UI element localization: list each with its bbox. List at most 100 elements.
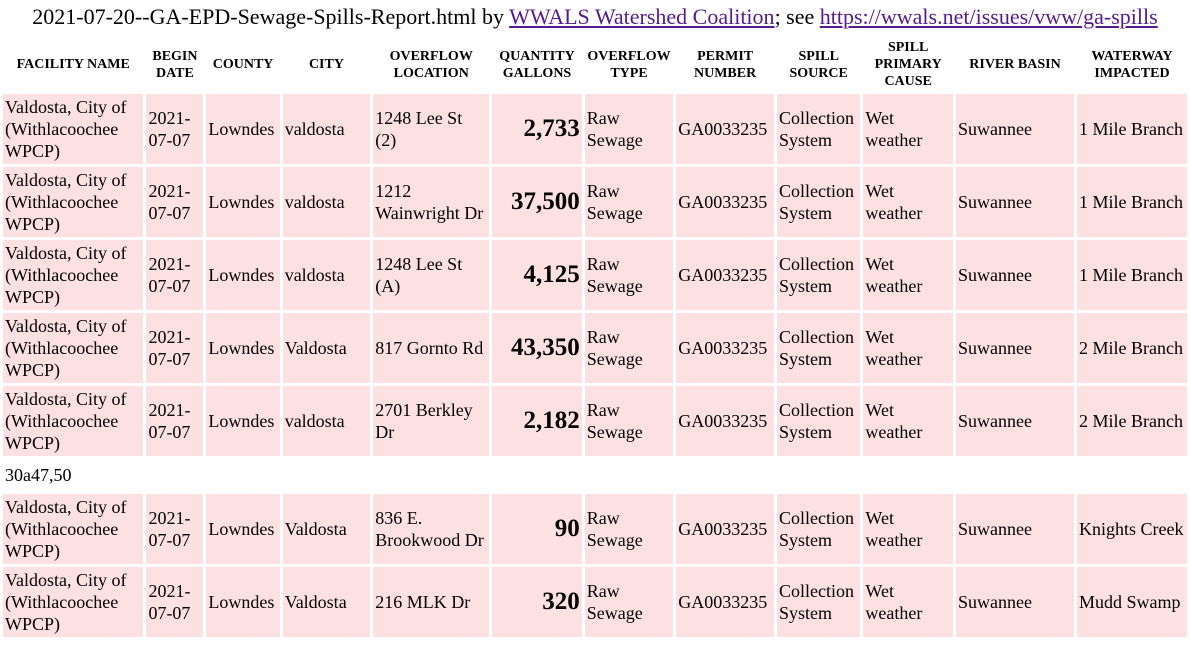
- header-quantity-gallons: QUANTITY GALLONS: [492, 38, 582, 91]
- cell-begin-date: 2021-07-07: [146, 386, 204, 456]
- cell-waterway-impacted: Knights Creek: [1077, 494, 1187, 564]
- table-body: Valdosta, City of (Withlacoochee WPCP) 20…: [3, 94, 1187, 637]
- cell-river-basin: Suwannee: [955, 240, 1074, 310]
- cell-county: Lowndes: [206, 494, 280, 564]
- cell-overflow-type: Raw Sewage: [584, 240, 674, 310]
- table-row: Valdosta, City of (Withlacoochee WPCP) 20…: [3, 240, 1187, 310]
- cell-waterway-impacted: 2 Mile Branch: [1077, 313, 1187, 383]
- cell-city: Valdosta: [282, 494, 371, 564]
- cell-quantity-gallons: 37,500: [492, 167, 582, 237]
- cell-facility-name: Valdosta, City of (Withlacoochee WPCP): [3, 386, 144, 456]
- table-row: Valdosta, City of (Withlacoochee WPCP) 20…: [3, 313, 1187, 383]
- cell-spill-primary-cause: Wet weather: [863, 240, 953, 310]
- cell-overflow-location: 1248 Lee St (A): [373, 240, 490, 310]
- cell-permit-number: GA0033235: [676, 167, 774, 237]
- cell-county: Lowndes: [206, 240, 280, 310]
- cell-city: valdosta: [282, 167, 371, 237]
- cell-spill-primary-cause: Wet weather: [863, 167, 953, 237]
- cell-quantity-gallons: 4,125: [492, 240, 582, 310]
- header-county: COUNTY: [206, 38, 280, 91]
- cell-waterway-impacted: Mudd Swamp: [1077, 567, 1187, 637]
- cell-facility-name: Valdosta, City of (Withlacoochee WPCP): [3, 167, 144, 237]
- cell-spill-source: Collection System: [776, 494, 861, 564]
- cell-spill-source: Collection System: [776, 167, 861, 237]
- cell-quantity-gallons: 2,733: [492, 94, 582, 164]
- cell-overflow-location: 216 MLK Dr: [373, 567, 490, 637]
- cell-quantity-gallons: 43,350: [492, 313, 582, 383]
- header-overflow-type: OVERFLOW TYPE: [584, 38, 674, 91]
- cell-city: Valdosta: [282, 313, 371, 383]
- header-spill-source: SPILL SOURCE: [776, 38, 861, 91]
- cell-facility-name: Valdosta, City of (Withlacoochee WPCP): [3, 94, 144, 164]
- cell-river-basin: Suwannee: [955, 94, 1074, 164]
- header-river-basin: RIVER BASIN: [955, 38, 1074, 91]
- cell-spill-primary-cause: Wet weather: [863, 313, 953, 383]
- cell-spill-primary-cause: Wet weather: [863, 386, 953, 456]
- header-city: CITY: [282, 38, 371, 91]
- cell-overflow-location: 817 Gornto Rd: [373, 313, 490, 383]
- wwals-link[interactable]: WWALS Watershed Coalition: [509, 4, 774, 29]
- cell-spill-primary-cause: Wet weather: [863, 94, 953, 164]
- diff-note-row: 30a47,50: [3, 459, 1187, 491]
- cell-overflow-type: Raw Sewage: [584, 494, 674, 564]
- cell-overflow-type: Raw Sewage: [584, 167, 674, 237]
- cell-permit-number: GA0033235: [676, 313, 774, 383]
- cell-waterway-impacted: 1 Mile Branch: [1077, 167, 1187, 237]
- cell-permit-number: GA0033235: [676, 567, 774, 637]
- table-header-row: FACILITY NAME BEGIN DATE COUNTY CITY OVE…: [3, 38, 1187, 91]
- cell-river-basin: Suwannee: [955, 167, 1074, 237]
- cell-spill-primary-cause: Wet weather: [863, 494, 953, 564]
- cell-county: Lowndes: [206, 167, 280, 237]
- table-row: Valdosta, City of (Withlacoochee WPCP) 20…: [3, 494, 1187, 564]
- cell-city: valdosta: [282, 386, 371, 456]
- table-row: Valdosta, City of (Withlacoochee WPCP) 20…: [3, 167, 1187, 237]
- cell-spill-source: Collection System: [776, 386, 861, 456]
- cell-begin-date: 2021-07-07: [146, 494, 204, 564]
- cell-spill-primary-cause: Wet weather: [863, 567, 953, 637]
- cell-county: Lowndes: [206, 567, 280, 637]
- table-row: Valdosta, City of (Withlacoochee WPCP) 20…: [3, 567, 1187, 637]
- cell-facility-name: Valdosta, City of (Withlacoochee WPCP): [3, 240, 144, 310]
- cell-city: valdosta: [282, 94, 371, 164]
- cell-spill-source: Collection System: [776, 94, 861, 164]
- header-waterway-impacted: WATERWAY IMPACTED: [1077, 38, 1187, 91]
- cell-river-basin: Suwannee: [955, 567, 1074, 637]
- cell-permit-number: GA0033235: [676, 94, 774, 164]
- cell-permit-number: GA0033235: [676, 386, 774, 456]
- cell-river-basin: Suwannee: [955, 313, 1074, 383]
- cell-spill-source: Collection System: [776, 240, 861, 310]
- cell-quantity-gallons: 90: [492, 494, 582, 564]
- cell-begin-date: 2021-07-07: [146, 567, 204, 637]
- by-text: by: [476, 4, 510, 29]
- cell-waterway-impacted: 1 Mile Branch: [1077, 240, 1187, 310]
- cell-facility-name: Valdosta, City of (Withlacoochee WPCP): [3, 494, 144, 564]
- cell-city: valdosta: [282, 240, 371, 310]
- cell-river-basin: Suwannee: [955, 386, 1074, 456]
- report-filename: 2021-07-20--GA-EPD-Sewage-Spills-Report.…: [32, 4, 477, 29]
- sewage-spills-table: FACILITY NAME BEGIN DATE COUNTY CITY OVE…: [0, 35, 1190, 640]
- cell-overflow-location: 2701 Berkley Dr: [373, 386, 490, 456]
- cell-facility-name: Valdosta, City of (Withlacoochee WPCP): [3, 313, 144, 383]
- cell-county: Lowndes: [206, 313, 280, 383]
- cell-overflow-location: 836 E. Brookwood Dr: [373, 494, 490, 564]
- table-row: Valdosta, City of (Withlacoochee WPCP) 20…: [3, 386, 1187, 456]
- cell-waterway-impacted: 1 Mile Branch: [1077, 94, 1187, 164]
- header-begin-date: BEGIN DATE: [146, 38, 204, 91]
- cell-overflow-type: Raw Sewage: [584, 567, 674, 637]
- cell-city: Valdosta: [282, 567, 371, 637]
- cell-quantity-gallons: 320: [492, 567, 582, 637]
- cell-quantity-gallons: 2,182: [492, 386, 582, 456]
- cell-begin-date: 2021-07-07: [146, 167, 204, 237]
- cell-begin-date: 2021-07-07: [146, 94, 204, 164]
- cell-facility-name: Valdosta, City of (Withlacoochee WPCP): [3, 567, 144, 637]
- cell-overflow-location: 1248 Lee St (2): [373, 94, 490, 164]
- cell-spill-source: Collection System: [776, 313, 861, 383]
- ga-spills-link[interactable]: https://wwals.net/issues/vww/ga-spills: [820, 4, 1158, 29]
- cell-waterway-impacted: 2 Mile Branch: [1077, 386, 1187, 456]
- header-permit-number: PERMIT NUMBER: [676, 38, 774, 91]
- cell-county: Lowndes: [206, 94, 280, 164]
- table-row: Valdosta, City of (Withlacoochee WPCP) 20…: [3, 94, 1187, 164]
- cell-overflow-type: Raw Sewage: [584, 386, 674, 456]
- cell-begin-date: 2021-07-07: [146, 313, 204, 383]
- header-spill-primary-cause: SPILL PRIMARY CAUSE: [863, 38, 953, 91]
